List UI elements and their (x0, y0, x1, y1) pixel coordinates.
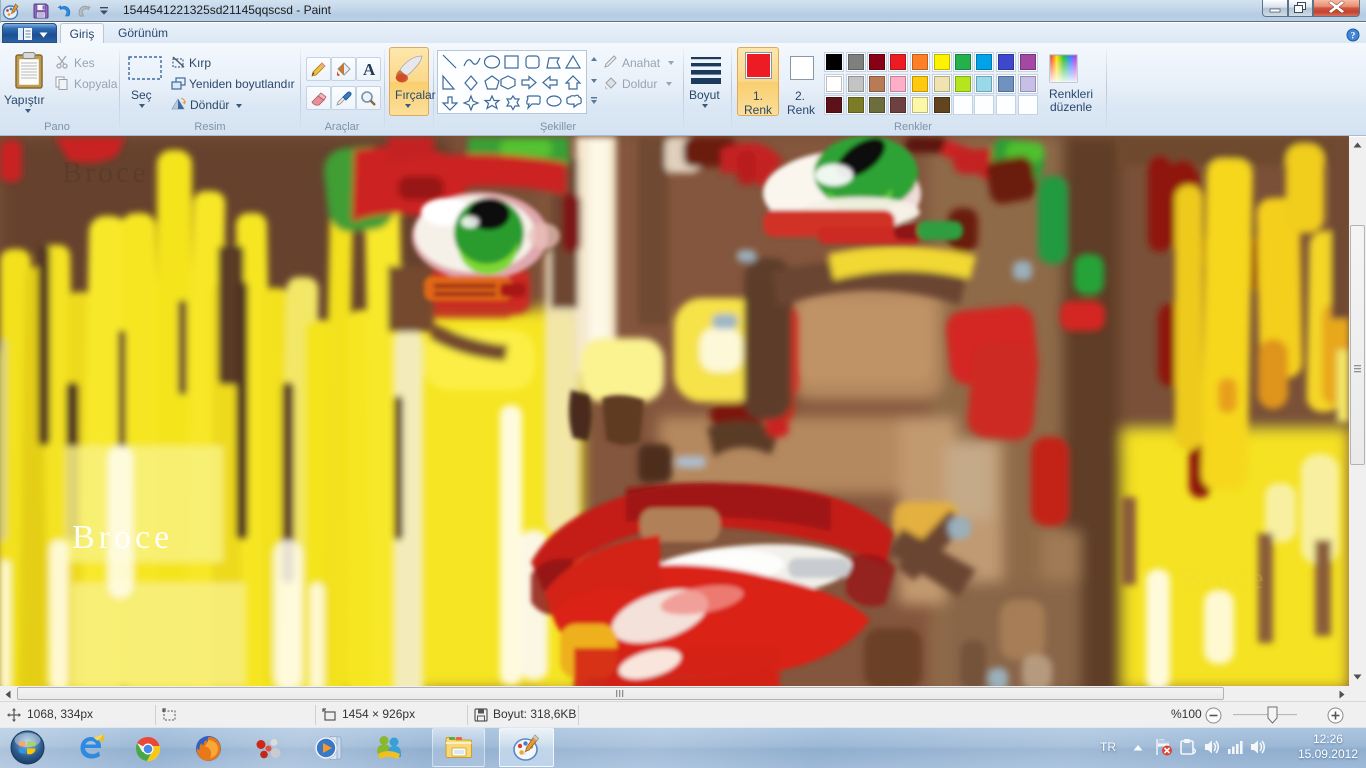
svg-text:?: ? (1351, 32, 1356, 42)
svg-text:Broce: Broce (72, 519, 173, 556)
svg-text:Broce: Broce (1180, 562, 1267, 595)
svg-text:Broce: Broce (62, 156, 149, 189)
